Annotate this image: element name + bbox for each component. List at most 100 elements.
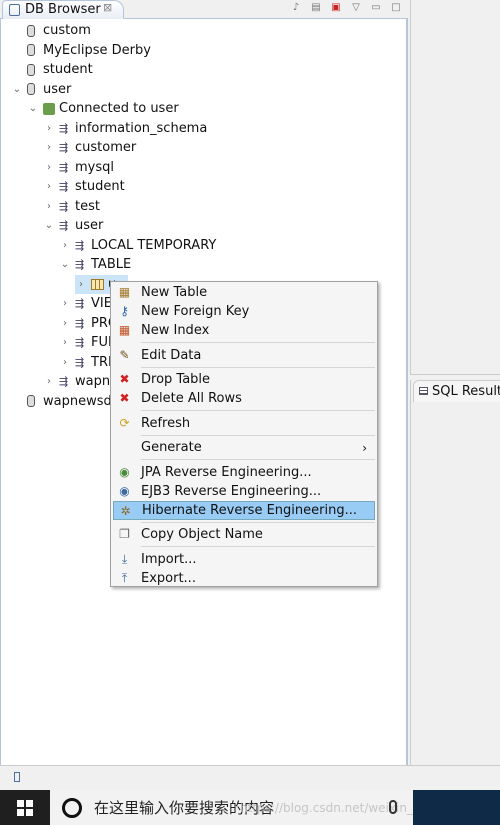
tree-item-label: Connected to user: [59, 101, 179, 116]
close-icon[interactable]: ⊠: [103, 1, 112, 14]
chevron-down-icon[interactable]: ⌄: [43, 220, 55, 231]
chevron-right-icon[interactable]: ›: [43, 201, 55, 212]
database-icon: [27, 83, 35, 95]
schema-icon: ⇶: [59, 121, 69, 135]
tree-item[interactable]: › ⇶ mysql: [43, 158, 114, 177]
tab-db-browser[interactable]: DB Browser ⊠: [2, 0, 124, 19]
tree-item-label: user: [43, 81, 72, 97]
tree-item-label: LOCAL TEMPORARY: [91, 237, 217, 253]
schema-icon: ⇶: [59, 199, 69, 213]
tree-item[interactable]: custom: [11, 21, 91, 40]
chevron-down-icon[interactable]: ⌄: [11, 84, 23, 95]
menu-item-export[interactable]: ⤒ Export...: [113, 569, 375, 588]
tree-item[interactable]: › ⇶ test: [43, 197, 100, 216]
chevron-right-icon[interactable]: ›: [59, 318, 71, 329]
tree-item[interactable]: › ⇶ customer: [43, 138, 136, 157]
jpa-icon: ◉: [119, 464, 130, 479]
export-icon: ⤒: [121, 570, 128, 585]
import-icon: ⤓: [121, 551, 128, 566]
disconnect-icon[interactable]: ▤: [310, 2, 322, 14]
menu-item-new-index[interactable]: ▦ New Index: [113, 321, 375, 340]
chevron-right-icon[interactable]: ›: [43, 181, 55, 192]
menu-separator: [141, 366, 375, 368]
menu-item-label: JPA Reverse Engineering...: [141, 464, 312, 480]
menu-item-label: Export...: [141, 570, 196, 586]
connection-icon: [43, 102, 55, 115]
menu-item-hibernate-reverse-engineering[interactable]: ✲ Hibernate Reverse Engineering...: [113, 500, 375, 520]
chevron-right-icon[interactable]: ›: [43, 376, 55, 387]
chevron-right-icon[interactable]: ›: [59, 240, 71, 251]
tab-label: DB Browser: [25, 2, 101, 17]
menu-item-copy-object-name[interactable]: ❐ Copy Object Name: [113, 525, 375, 544]
tree-item[interactable]: ⌄ ⇶ user: [43, 216, 104, 235]
chevron-right-icon[interactable]: ›: [59, 357, 71, 368]
chevron-right-icon: ›: [362, 440, 367, 455]
menu-item-label: Generate: [141, 440, 202, 455]
chevron-right-icon[interactable]: ›: [43, 142, 55, 153]
chevron-right-icon[interactable]: ›: [43, 162, 55, 173]
menu-separator: [141, 342, 375, 343]
view-menu-icon[interactable]: ▽: [350, 2, 362, 14]
database-icon: [27, 63, 35, 76]
menu-item-drop-table[interactable]: ✖ Drop Table: [113, 370, 375, 389]
schema-icon: ⇶: [75, 316, 85, 330]
tree-item[interactable]: wapnewsdb: [11, 392, 120, 411]
cortana-icon: [62, 797, 82, 818]
tree-item[interactable]: › ⇶ student: [43, 177, 125, 196]
chevron-right-icon[interactable]: ›: [59, 298, 71, 309]
tree-item[interactable]: student: [11, 60, 93, 79]
microphone-icon[interactable]: [389, 800, 397, 814]
chevron-down-icon[interactable]: ⌄: [27, 103, 39, 114]
tree-item-label: student: [43, 62, 93, 77]
delete-icon: ✖: [119, 372, 130, 386]
menu-item-label: Edit Data: [141, 347, 202, 363]
chevron-right-icon[interactable]: ›: [43, 123, 55, 134]
chevron-right-icon[interactable]: ›: [59, 337, 71, 348]
chevron-right-icon[interactable]: ›: [75, 279, 87, 290]
menu-item-jpa-reverse-engineering[interactable]: ◉ JPA Reverse Engineering...: [113, 463, 375, 482]
menu-item-label: New Index: [141, 323, 210, 338]
schema-icon: ⇶: [75, 355, 85, 369]
menu-item-generate[interactable]: Generate ›: [113, 438, 375, 457]
menu-item-label: EJB3 Reverse Engineering...: [141, 483, 322, 499]
refresh-icon: ⟳: [119, 415, 130, 430]
tree-item-label: test: [75, 198, 100, 214]
task-view-area[interactable]: [413, 790, 500, 825]
minimize-icon[interactable]: ▭: [370, 2, 382, 14]
start-button[interactable]: [0, 790, 50, 825]
tree-item[interactable]: ⌄ ⇶ TABLE: [59, 255, 131, 274]
schema-icon: ⇶: [75, 258, 85, 271]
schema-icon: ⇶: [59, 219, 69, 232]
menu-item-label: Drop Table: [141, 372, 211, 387]
schema-icon: ⇶: [75, 336, 85, 349]
tree-item-label: student: [75, 179, 125, 194]
menu-item-new-table[interactable]: ▦ New Table: [113, 283, 375, 302]
status-icon: [14, 772, 20, 782]
chevron-down-icon[interactable]: ⌄: [59, 259, 71, 270]
windows-icon: [17, 799, 33, 816]
maximize-icon[interactable]: □: [390, 2, 402, 14]
tree-item[interactable]: ⌄ user: [11, 80, 72, 99]
new-connection-icon[interactable]: ▣: [330, 2, 342, 14]
menu-separator: [141, 434, 375, 436]
menu-item-ejb3-reverse-engineering[interactable]: ◉ EJB3 Reverse Engineering...: [113, 482, 375, 501]
menu-item-refresh[interactable]: ⟳ Refresh: [113, 414, 375, 433]
tree-item[interactable]: ⌄ Connected to user: [27, 99, 179, 118]
schema-icon: ⇶: [75, 238, 85, 252]
copy-icon: ❐: [119, 527, 130, 541]
connect-icon[interactable]: ♪: [290, 2, 302, 14]
menu-item-delete-all-rows[interactable]: ✖ Delete All Rows: [113, 389, 375, 408]
taskbar: 在这里输入你要搜索的内容 https://blog.csdn.net/weixi…: [0, 790, 500, 825]
tree-item-label: TABLE: [91, 257, 132, 272]
menu-separator: [141, 521, 375, 523]
taskbar-search[interactable]: 在这里输入你要搜索的内容 https://blog.csdn.net/weixi…: [50, 790, 474, 825]
menu-item-new-foreign-key[interactable]: ⚷ New Foreign Key: [113, 302, 375, 321]
tree-item[interactable]: › ⇶ information_schema: [43, 119, 207, 138]
tree-item[interactable]: MyEclipse Derby: [11, 41, 151, 60]
menu-item-label: Copy Object Name: [141, 527, 263, 542]
menu-item-import[interactable]: ⤓ Import...: [113, 550, 375, 569]
menu-item-edit-data[interactable]: ✎ Edit Data: [113, 346, 375, 365]
tree-item[interactable]: › ⇶ LOCAL TEMPORARY: [59, 236, 216, 255]
hibernate-icon: ✲: [120, 503, 131, 518]
tab-sql-results[interactable]: SQL Results: [413, 380, 500, 402]
